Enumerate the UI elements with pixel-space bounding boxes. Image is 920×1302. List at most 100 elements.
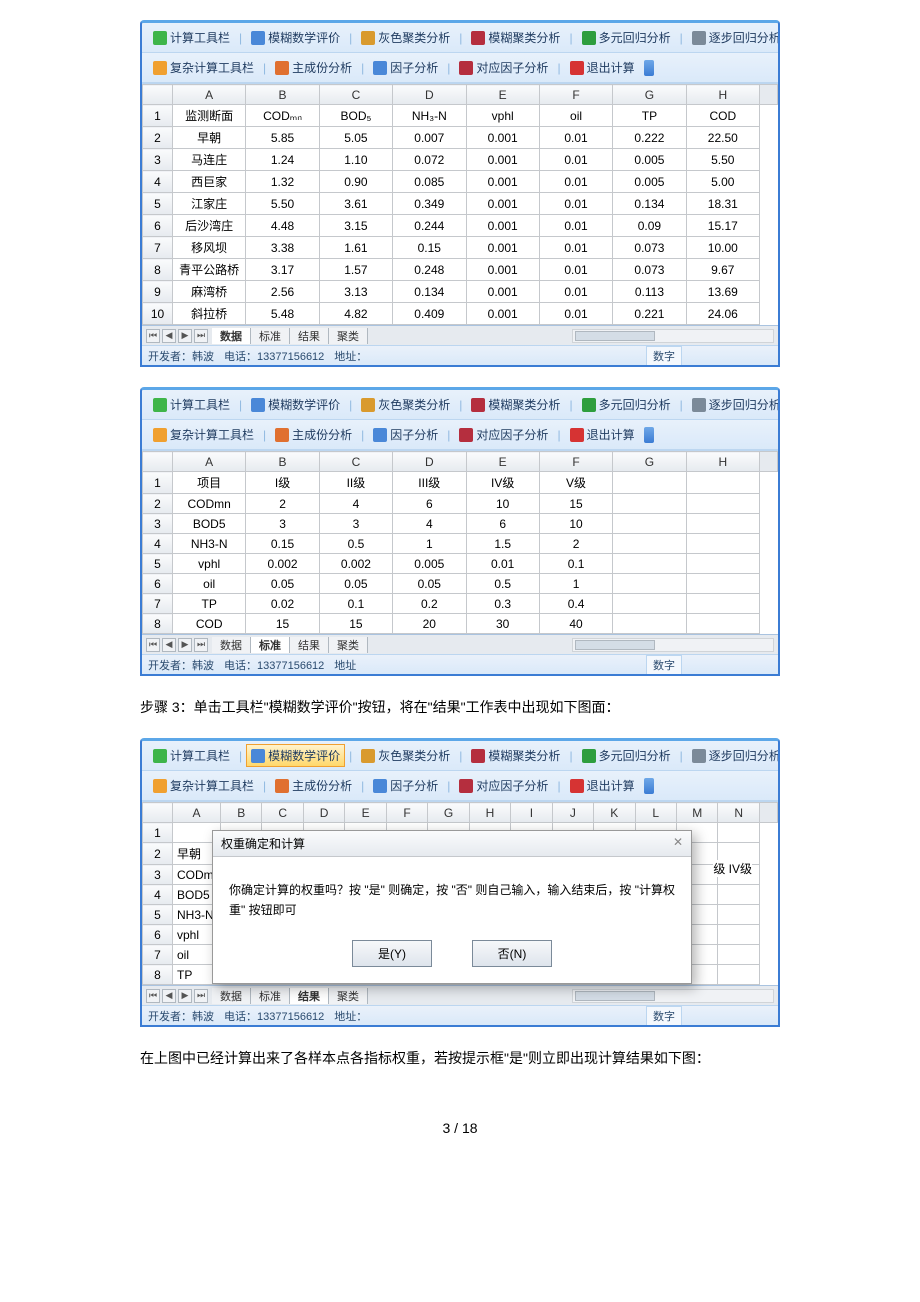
cell[interactable]: 3.17 [246,259,319,281]
close-icon[interactable]: ✕ [673,835,683,852]
sheet-tab-data[interactable]: 数据 [212,988,251,1004]
complex-calc-button[interactable]: 复杂计算工具栏 [148,423,259,446]
cell[interactable] [613,514,686,534]
row-header[interactable]: 6 [143,925,173,945]
row-header[interactable]: 8 [143,614,173,634]
row-header[interactable]: 4 [143,534,173,554]
col-header[interactable]: F [539,85,612,105]
cell[interactable]: 0.05 [319,574,392,594]
cell[interactable]: 4.82 [319,303,392,325]
cell[interactable]: 20 [393,614,466,634]
fuzzy-eval-button[interactable]: 模糊数学评价 [246,393,345,416]
cell[interactable]: 10 [539,514,612,534]
calc-toolbar-button[interactable]: 计算工具栏 [148,393,235,416]
multi-regr-button[interactable]: 多元回归分析 [577,393,676,416]
multi-regr-button[interactable]: 多元回归分析 [577,26,676,49]
col-header[interactable]: A [173,803,221,823]
cell[interactable]: 0.001 [466,303,539,325]
cell[interactable]: I级 [246,472,319,494]
col-header[interactable]: D [393,85,466,105]
cell[interactable]: 5.00 [686,171,759,193]
row-header[interactable]: 5 [143,905,173,925]
col-header[interactable]: B [246,452,319,472]
row-header[interactable]: 6 [143,574,173,594]
cell[interactable]: 1 [393,534,466,554]
cell[interactable]: 0.244 [393,215,466,237]
cell[interactable]: 0.01 [539,259,612,281]
tab-nav-next[interactable]: ▶ [178,989,192,1003]
cell[interactable] [718,945,760,965]
row-header[interactable]: 10 [143,303,173,325]
step-regr-button[interactable]: 逐步回归分析 [687,744,778,767]
cell[interactable]: 0.01 [539,127,612,149]
corner-cell[interactable] [143,452,173,472]
cell[interactable]: NH₃-N [393,105,466,127]
pca-button[interactable]: 主成份分析 [270,423,357,446]
cell[interactable]: COD [686,105,759,127]
cell[interactable]: 0.134 [393,281,466,303]
cell[interactable]: 0.02 [246,594,319,614]
cell[interactable]: CODmn [173,494,246,514]
row-header[interactable]: 2 [143,843,173,865]
cell[interactable] [718,905,760,925]
col-header[interactable]: J [552,803,593,823]
cell[interactable]: 0.2 [393,594,466,614]
cell[interactable]: 10 [466,494,539,514]
tab-nav-next[interactable]: ▶ [178,638,192,652]
fuzzy-cluster-button[interactable]: 模糊聚类分析 [466,26,565,49]
factor-button[interactable]: 因子分析 [368,56,443,79]
tab-nav-first[interactable]: ⏮ [146,638,160,652]
factor-button[interactable]: 因子分析 [368,423,443,446]
cell[interactable]: 0.3 [466,594,539,614]
fuzzy-eval-button[interactable]: 模糊数学评价 [246,744,345,767]
cell[interactable]: 2 [539,534,612,554]
exit-calc-button[interactable]: 退出计算 [565,56,640,79]
col-header[interactable]: H [686,452,759,472]
row-header[interactable]: 9 [143,281,173,303]
cell[interactable]: 马连庄 [173,149,246,171]
cell[interactable] [613,554,686,574]
cell[interactable]: III级 [393,472,466,494]
row-header[interactable]: 2 [143,127,173,149]
cell[interactable]: 0.5 [319,534,392,554]
cell[interactable]: 18.31 [686,193,759,215]
cell[interactable]: 15 [539,494,612,514]
cell[interactable]: 0.05 [246,574,319,594]
cell[interactable]: 4 [393,514,466,534]
cell[interactable]: 0.073 [613,259,686,281]
col-header[interactable]: H [469,803,510,823]
gray-cluster-button[interactable]: 灰色聚类分析 [356,393,455,416]
toolbar-overflow-icon[interactable] [644,778,654,794]
cell[interactable]: 5.48 [246,303,319,325]
calc-toolbar-button[interactable]: 计算工具栏 [148,744,235,767]
calc-toolbar-button[interactable]: 计算工具栏 [148,26,235,49]
cell[interactable]: 0.01 [539,281,612,303]
cell[interactable]: 早朝 [173,127,246,149]
cell[interactable]: 0.01 [539,237,612,259]
cell[interactable]: 1.5 [466,534,539,554]
col-header[interactable]: G [613,85,686,105]
cell[interactable]: 0.007 [393,127,466,149]
cell[interactable]: COD [173,614,246,634]
cell[interactable]: 24.06 [686,303,759,325]
col-header[interactable]: E [345,803,386,823]
cell[interactable]: 0.248 [393,259,466,281]
col-header[interactable]: I [511,803,552,823]
cell[interactable]: 0.001 [466,237,539,259]
sheet-tab-result[interactable]: 结果 [290,328,329,344]
cell[interactable]: 0.01 [539,171,612,193]
row-header[interactable]: 6 [143,215,173,237]
fuzzy-cluster-button[interactable]: 模糊聚类分析 [466,744,565,767]
col-header[interactable]: H [686,85,759,105]
row-header[interactable]: 1 [143,823,173,843]
row-header[interactable]: 4 [143,171,173,193]
col-header[interactable]: A [173,452,246,472]
col-header[interactable]: A [173,85,246,105]
corner-cell[interactable] [143,85,173,105]
yes-button[interactable]: 是(Y) [352,940,432,967]
cell[interactable] [686,514,759,534]
cell[interactable]: 0.002 [319,554,392,574]
cell[interactable] [686,472,759,494]
col-header[interactable]: K [594,803,635,823]
cell[interactable]: 40 [539,614,612,634]
